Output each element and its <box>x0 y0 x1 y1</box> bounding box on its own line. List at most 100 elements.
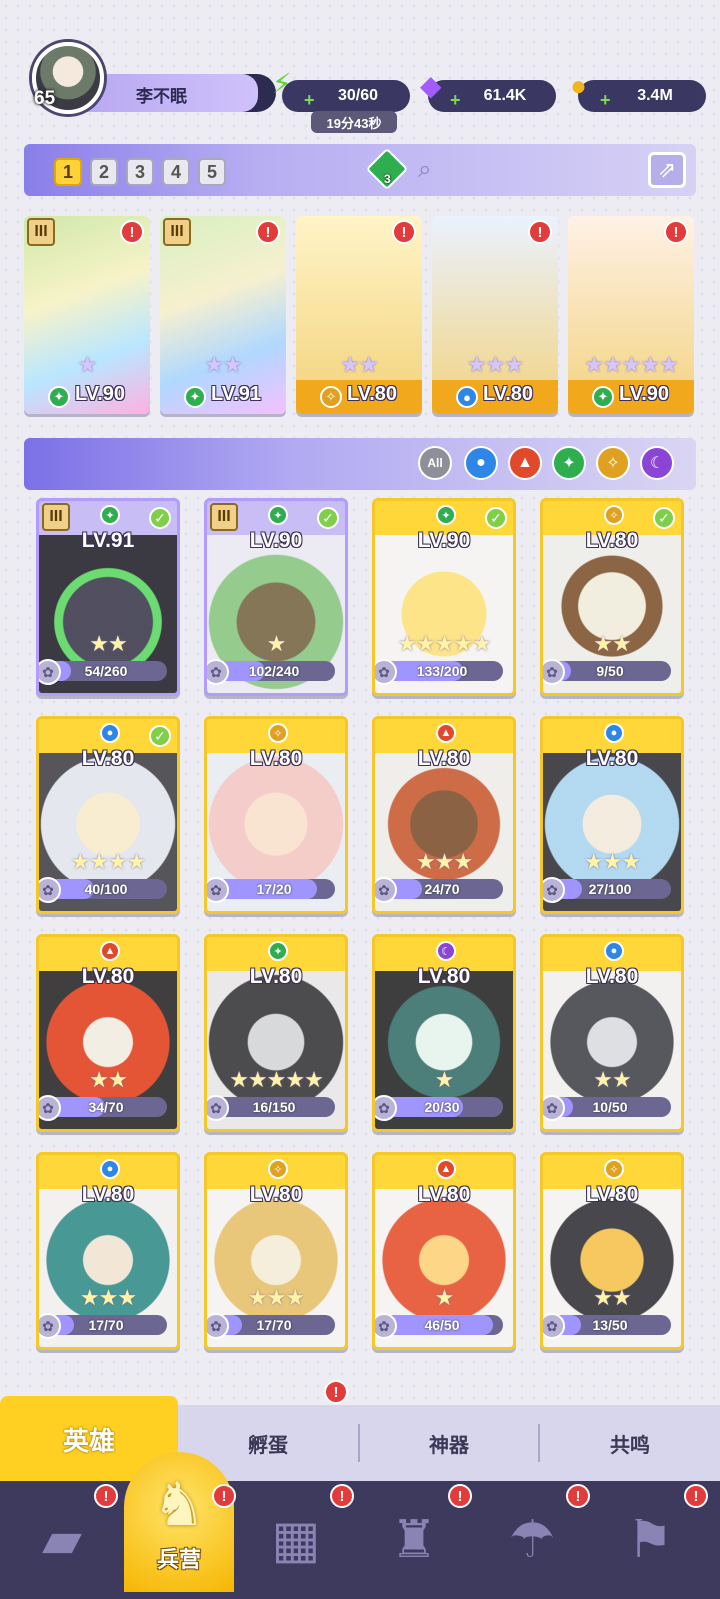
nav-banner-alert: ! <box>684 1484 708 1508</box>
hero-level: LV.91 <box>81 529 135 552</box>
nav-barracks[interactable]: ♞ 兵营 <box>124 1452 234 1592</box>
energy-timer: 19分43秒 <box>311 111 397 133</box>
hero-card[interactable]: ● ✓ LV.80 ★★★★ 40/100 ✿ <box>36 716 180 914</box>
fragment-progress-bar: 102/240 <box>213 661 335 681</box>
nav-map[interactable]: ▦ <box>256 1500 336 1580</box>
team-slot-alert: ! <box>256 220 280 244</box>
team-slot-1[interactable]: III ! ★ ✦ LV.90 <box>24 216 150 414</box>
dark-element-icon[interactable]: ☾ <box>640 446 674 480</box>
hero-card[interactable]: III ✦ ✓ LV.91 ★★ 54/260 ✿ <box>36 498 180 696</box>
team-tab-3[interactable]: 3 <box>126 158 154 186</box>
light-element-icon: ✧ <box>268 723 288 743</box>
team-tab-5[interactable]: 5 <box>198 158 226 186</box>
check-icon: ✓ <box>149 507 171 529</box>
nav-cards[interactable]: ▰ <box>22 1500 102 1580</box>
hero-card[interactable]: ✧ LV.80 17/20 ✿ <box>204 716 348 914</box>
hero-card[interactable]: ✧ LV.80 ★★ 13/50 ✿ <box>540 1152 684 1350</box>
hero-card[interactable]: ● LV.80 ★★★ 17/70 ✿ <box>36 1152 180 1350</box>
energy-plus-icon[interactable]: + <box>304 90 315 111</box>
fragment-progress-bar: 46/50 <box>381 1315 503 1335</box>
subtab-resonance[interactable]: 共鸣 <box>540 1405 720 1481</box>
player-name: 李不眠 <box>136 87 187 106</box>
hero-card[interactable]: ✧ LV.80 ★★★ 17/70 ✿ <box>204 1152 348 1350</box>
hero-level: LV.80 <box>585 747 639 770</box>
hero-card[interactable]: ✦ LV.80 ★★★★★ 16/150 ✿ <box>204 934 348 1132</box>
hero-card[interactable]: ✦ ✓ LV.90 ★★★★★ 133/200 ✿ <box>372 498 516 696</box>
star-rating: ★★★ <box>415 849 473 874</box>
star-rating: ★★★ <box>247 1285 305 1310</box>
all-filter-icon[interactable]: All <box>418 446 452 480</box>
hero-card[interactable]: ● LV.80 ★★ 10/50 ✿ <box>540 934 684 1132</box>
fragment-progress-bar: 9/50 <box>549 661 671 681</box>
team-slot-alert: ! <box>392 220 416 244</box>
hero-card[interactable]: III ✦ ✓ LV.90 ★ 102/240 ✿ <box>204 498 348 696</box>
team-slot-4[interactable]: ! ★★★ ● LV.80 <box>432 216 558 414</box>
team-slot-5[interactable]: ! ★★★★★ ✦ LV.90 <box>568 216 694 414</box>
fragment-progress-bar: 10/50 <box>549 1097 671 1117</box>
star-rating: ★★ <box>593 1067 631 1092</box>
hero-level: LV.80 <box>81 965 135 988</box>
nav-barracks-label: 兵营 <box>156 1547 201 1572</box>
team-slot-3[interactable]: ! ★★ ✧ LV.80 <box>296 216 422 414</box>
subtab-artifacts[interactable]: 神器 <box>360 1405 538 1481</box>
gems-plus-icon[interactable]: + <box>450 90 461 111</box>
team-element-count: 3 <box>384 172 391 186</box>
hero-level: LV.91 <box>210 383 262 405</box>
nav-banner[interactable]: ⚑ <box>610 1500 690 1580</box>
star-rating: ★★★★★ <box>397 631 492 656</box>
banner-icon: ⚑ <box>626 1511 674 1569</box>
nav-castle[interactable]: ♜ <box>374 1500 454 1580</box>
hero-card[interactable]: ☾ LV.80 ★ 20/30 ✿ <box>372 934 516 1132</box>
hero-level: LV.80 <box>585 965 639 988</box>
hero-level: LV.80 <box>249 965 303 988</box>
hero-level: LV.80 <box>249 1183 303 1206</box>
fragment-progress-bar: 17/70 <box>213 1315 335 1335</box>
gems-counter[interactable]: ◆ + 61.4K <box>420 72 556 112</box>
wind-element-icon: ✦ <box>268 505 288 525</box>
wind-element-icon: ✦ <box>268 941 288 961</box>
check-icon: ✓ <box>653 507 675 529</box>
hero-level: LV.80 <box>417 747 471 770</box>
hero-level: LV.80 <box>417 965 471 988</box>
team-slot-2[interactable]: III ! ★★ ✦ LV.91 <box>160 216 286 414</box>
fragment-icon: ✿ <box>543 1313 565 1339</box>
star-rating: ★★ <box>340 352 378 377</box>
fragment-progress-bar: 54/260 <box>45 661 167 681</box>
fragment-icon: ✿ <box>543 659 565 685</box>
light-element-icon[interactable]: ✧ <box>596 446 630 480</box>
team-tab-2[interactable]: 2 <box>90 158 118 186</box>
star-rating: ★★★ <box>583 849 641 874</box>
fragment-progress-bar: 17/20 <box>213 879 335 899</box>
search-icon[interactable]: ⌕ <box>418 156 431 184</box>
fire-element-icon[interactable]: ▲ <box>508 446 542 480</box>
lightning-icon: ⚡ <box>272 68 292 99</box>
fragment-count: 17/20 <box>256 881 292 897</box>
fragment-progress-bar: 34/70 <box>45 1097 167 1117</box>
fragment-icon: ✿ <box>207 877 229 903</box>
fragment-progress-bar: 40/100 <box>45 879 167 899</box>
coins-plus-icon[interactable]: + <box>600 90 611 111</box>
energy-counter[interactable]: ⚡ + 30/60 <box>272 70 410 112</box>
fragment-count: 16/150 <box>252 1099 296 1115</box>
gold-coin-icon: ● <box>570 70 587 101</box>
hero-card[interactable]: ▲ LV.80 ★ 46/50 ✿ <box>372 1152 516 1350</box>
light-element-icon: ✧ <box>268 1159 288 1179</box>
star-rating: ★ <box>266 631 287 656</box>
fire-element-icon: ▲ <box>100 941 120 961</box>
nav-shop[interactable]: ☂ <box>492 1500 572 1580</box>
fragment-count: 46/50 <box>424 1317 460 1333</box>
coins-counter[interactable]: ● + 3.4M <box>570 72 706 112</box>
wind-element-icon[interactable]: ✦ <box>552 446 586 480</box>
fragment-icon: ✿ <box>39 1095 61 1121</box>
team-tab-1[interactable]: 1 <box>54 158 82 186</box>
player-profile[interactable]: 65 李不眠 <box>24 40 276 114</box>
water-element-icon[interactable]: ● <box>464 446 498 480</box>
hero-card[interactable]: ● LV.80 ★★★ 27/100 ✿ <box>540 716 684 914</box>
water-element-icon: ● <box>100 1159 120 1179</box>
share-icon[interactable]: ⇗ <box>648 152 686 188</box>
hero-card[interactable]: ▲ LV.80 ★★★ 24/70 ✿ <box>372 716 516 914</box>
hero-card[interactable]: ▲ LV.80 ★★ 34/70 ✿ <box>36 934 180 1132</box>
hero-level: LV.80 <box>249 747 303 770</box>
hero-card[interactable]: ✧ ✓ LV.80 ★★ 9/50 ✿ <box>540 498 684 696</box>
team-tab-4[interactable]: 4 <box>162 158 190 186</box>
